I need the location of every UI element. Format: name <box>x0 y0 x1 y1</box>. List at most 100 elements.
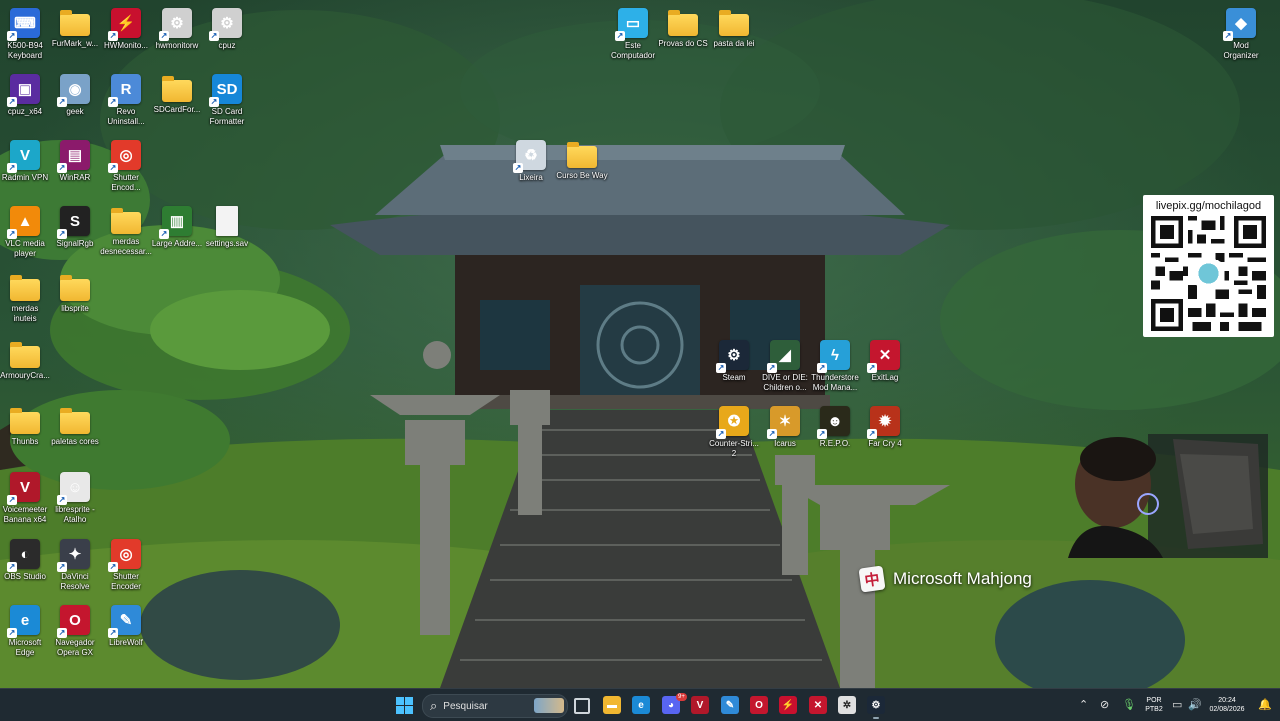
input-language[interactable]: POR PTB2 <box>1143 696 1165 714</box>
desktop-icon[interactable]: ⚙Steam <box>708 340 760 383</box>
revo-icon: R <box>108 74 141 107</box>
steam-icon: ⚙ <box>716 340 749 373</box>
desktop-icon-label: Thunbs <box>11 437 39 446</box>
desktop-icon[interactable]: ▲VLC media player <box>0 206 51 259</box>
desktop-icon[interactable]: ◉geek <box>49 74 101 117</box>
desktop-icon[interactable]: Thunbs <box>0 406 51 447</box>
desktop-icon[interactable]: ✎LibreWolf <box>100 605 152 648</box>
desktop-icon[interactable]: ✕ExitLag <box>859 340 911 383</box>
desktop-icon[interactable]: ◐OBS Studio <box>0 539 51 582</box>
taskbar-hwmonitor-icon[interactable]: ⚡ <box>779 696 797 714</box>
desktop-icon[interactable]: ▣cpuz_x64 <box>0 74 51 117</box>
taskbar-edge-icon[interactable]: e <box>632 696 650 714</box>
taskbar-search[interactable]: ⌕ Pesquisar <box>422 694 568 718</box>
desktop-icon-label: VLC media player <box>5 239 45 258</box>
taskbar-steam-icon[interactable]: ⚙ <box>867 696 885 719</box>
start-button[interactable] <box>395 696 413 714</box>
sd-card-icon: SD <box>209 74 242 107</box>
game-icon: ◢ <box>767 340 800 373</box>
desktop-icon[interactable]: ϟThunderstore Mod Mana... <box>809 340 861 393</box>
desktop-icon[interactable]: pasta da lei <box>708 8 760 49</box>
taskbar-librewolf-icon[interactable]: ✎ <box>721 696 739 714</box>
mahjong-icon: 中 <box>858 565 886 593</box>
desktop-icon[interactable]: VVoicemeeter Banana x64 <box>0 472 51 525</box>
desktop-icon[interactable]: ☺libresprite - Atalho <box>49 472 101 525</box>
desktop-icon[interactable]: ☻R.E.P.O. <box>809 406 861 449</box>
desktop-icon[interactable]: Curso Be Way <box>556 140 608 181</box>
geek-icon: ◉ <box>57 74 90 107</box>
desktop-icon[interactable]: ▤WinRAR <box>49 140 101 183</box>
desktop-icon[interactable]: ✦DaVinci Resolve <box>49 539 101 592</box>
shutter-icon: ◎ <box>108 140 141 173</box>
desktop-icon[interactable]: ◢DIVE or DIE: Children o... <box>759 340 811 393</box>
desktop-icon[interactable]: Provas do CS <box>657 8 709 49</box>
desktop-icon-label: K500-B94 Keyboard <box>7 41 43 60</box>
tray-overflow-chevron-icon[interactable]: ⌃ <box>1079 698 1088 711</box>
opera-gx-icon: O <box>57 605 90 638</box>
desktop-icon[interactable]: ▭Este Computador <box>607 8 659 61</box>
desktop-icon[interactable]: ArmouryCra... <box>0 340 51 381</box>
desktop-icon-label: cpuz <box>218 41 236 50</box>
desktop-icon[interactable]: settings.sav <box>201 206 253 249</box>
desktop-icon[interactable]: SDSD Card Formatter <box>201 74 253 127</box>
keyboard-app-icon: ⌨ <box>7 8 40 41</box>
clock[interactable]: 20:24 02/08/2026 <box>1205 696 1249 714</box>
voicemeeter-icon: V <box>7 472 40 505</box>
desktop-icon-label: SD Card Formatter <box>209 107 245 126</box>
taskbar-file-explorer-icon[interactable]: ▬ <box>603 696 621 714</box>
desktop-icon-label: SignalRgb <box>56 239 94 248</box>
desktop-icon[interactable]: ◆Mod Organizer <box>1215 8 1267 61</box>
desktop-icon[interactable]: merdas inuteis <box>0 273 51 324</box>
desktop-icon[interactable]: ⌨K500-B94 Keyboard <box>0 8 51 61</box>
desktop-icon-label: paletas cores <box>51 437 99 446</box>
desktop-icon[interactable]: ⚙hwmonitorw <box>151 8 203 51</box>
mahjong-notification[interactable]: 中 Microsoft Mahjong <box>858 564 1032 594</box>
monitor-network-icon[interactable]: ▭ <box>1172 698 1182 711</box>
desktop-icon[interactable]: ✪Counter-Stri... 2 <box>708 406 760 459</box>
desktop-icon[interactable]: libsprite <box>49 273 101 314</box>
radmin-icon: V <box>7 140 40 173</box>
desktop-icon[interactable]: SDCardFor... <box>151 74 203 115</box>
desktop-icon[interactable]: eMicrosoft Edge <box>0 605 51 658</box>
desktop-icon-label: OBS Studio <box>4 572 46 581</box>
thunderstore-icon: ϟ <box>817 340 850 373</box>
notification-bell-icon[interactable]: 🔔 <box>1258 698 1272 711</box>
desktop-icon-label: pasta da lei <box>713 39 755 48</box>
desktop-icon[interactable]: ▥Large Addre... <box>151 206 203 249</box>
edge-icon: e <box>7 605 40 638</box>
desktop-icon[interactable]: ⚙cpuz <box>201 8 253 51</box>
recycle-bin-icon: ♻ <box>513 140 546 173</box>
search-placeholder: Pesquisar <box>443 700 488 712</box>
microphone-icon[interactable]: 🎙 <box>1122 698 1136 711</box>
desktop-icon-label: libsprite <box>61 304 89 313</box>
network-off-icon[interactable]: ⊘ <box>1100 698 1109 711</box>
clock-date: 02/08/2026 <box>1209 706 1245 713</box>
taskbar-chatgpt-icon[interactable]: ✲ <box>838 696 856 714</box>
volume-icon[interactable]: 🔊 <box>1188 698 1202 711</box>
webcam-overlay <box>1068 434 1268 558</box>
folder-icon <box>10 408 40 434</box>
qr-caption: livepix.gg/mochilagod <box>1155 200 1262 212</box>
desktop-icon[interactable]: FurMark_w... <box>49 8 101 49</box>
desktop-icon-label: Shutter Encoder <box>111 572 141 591</box>
desktop-icon[interactable]: paletas cores <box>49 406 101 447</box>
desktop-icon[interactable]: ♻Lixeira <box>505 140 557 183</box>
desktop-icon[interactable]: merdas desnecessar... <box>100 206 152 257</box>
search-icon: ⌕ <box>430 698 438 713</box>
desktop-icon[interactable]: ONavegador Opera GX <box>49 605 101 658</box>
desktop-icon[interactable]: VRadmin VPN <box>0 140 51 183</box>
folder-icon <box>162 76 192 102</box>
task-view-icon[interactable] <box>574 698 590 714</box>
desktop-icon[interactable]: RRevo Uninstall... <box>100 74 152 127</box>
taskbar-exitlag-icon[interactable]: ✕ <box>809 696 827 714</box>
desktop-icon[interactable]: ◎Shutter Encod... <box>100 140 152 193</box>
desktop-icon[interactable]: ✶Icarus <box>759 406 811 449</box>
obs-icon: ◐ <box>7 539 40 572</box>
desktop-icon[interactable]: ◎Shutter Encoder <box>100 539 152 592</box>
desktop-icon-label: Navegador Opera GX <box>55 638 95 657</box>
desktop-icon[interactable]: ⚡HWMonito... <box>100 8 152 51</box>
taskbar-opera-gx-icon[interactable]: O <box>750 696 768 714</box>
desktop-icon[interactable]: SSignalRgb <box>49 206 101 249</box>
taskbar-voicemeeter-icon[interactable]: V <box>691 696 709 714</box>
desktop-icon[interactable]: ✹Far Cry 4 <box>859 406 911 449</box>
